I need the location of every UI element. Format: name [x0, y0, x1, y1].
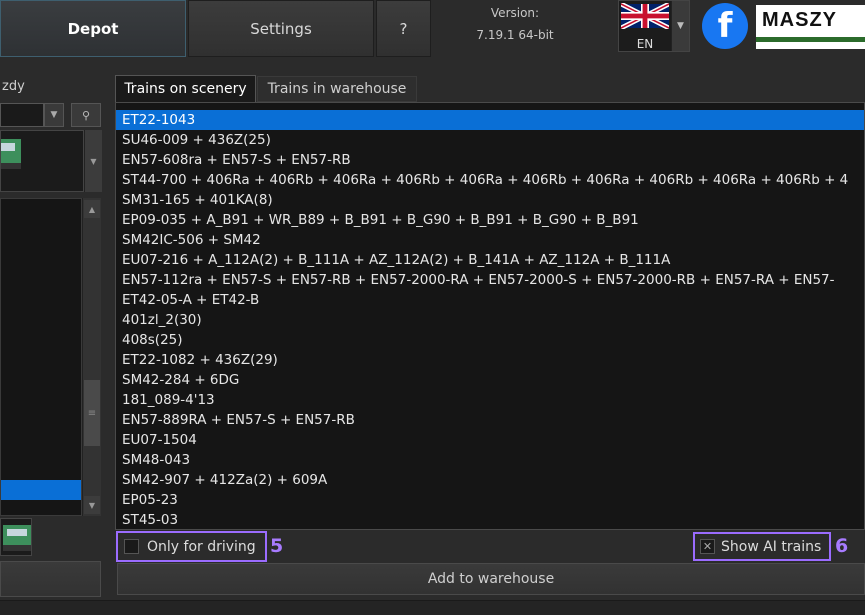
bottom-bar — [0, 600, 865, 615]
maszyna-logo[interactable]: MASZY — [756, 5, 865, 49]
locomotive-thumbnail-icon — [3, 525, 31, 551]
train-row[interactable]: EP09-035 + A_B91 + WR_B89 + B_B91 + B_G9… — [116, 210, 864, 230]
train-row[interactable]: EP05-23 — [116, 490, 864, 510]
train-row[interactable]: SM42IC-506 + SM42 — [116, 230, 864, 250]
train-row-selected[interactable]: ET22-1043 — [116, 110, 864, 130]
version-label: Version: — [490, 6, 540, 20]
train-row[interactable]: SM42-284 + 6DG — [116, 370, 864, 390]
logo-stripe — [756, 37, 865, 42]
train-row[interactable]: ST44-700 + 406Ra + 406Rb + 406Ra + 406Rb… — [116, 170, 864, 190]
chevron-down-icon[interactable]: ▼ — [84, 496, 100, 514]
pin-icon[interactable]: ⚲ — [71, 103, 101, 127]
train-row[interactable]: 408s(25) — [116, 330, 864, 350]
checkbox-box[interactable] — [124, 539, 139, 554]
check-x-icon: ✕ — [702, 540, 713, 553]
train-row[interactable]: EN57-112ra + EN57-S + EN57-RB + EN57-200… — [116, 270, 864, 290]
tab-trains-on-scenery[interactable]: Trains on scenery — [115, 75, 256, 102]
annotation-marker-6: 6 — [835, 535, 849, 557]
train-row[interactable]: 181_089-4'13 — [116, 390, 864, 410]
show-ai-trains-checkbox[interactable]: ✕ Show AI trains — [693, 532, 831, 561]
chevron-down-icon[interactable]: ▼ — [671, 1, 689, 51]
only-for-driving-label: Only for driving — [147, 538, 256, 555]
language-select[interactable]: EN ▼ — [618, 0, 690, 52]
help-button[interactable]: ? — [376, 0, 431, 57]
train-row[interactable]: ET22-1082 + 436Z(29) — [116, 350, 864, 370]
train-row[interactable]: EU07-1504 — [116, 430, 864, 450]
train-row[interactable]: EN57-608ra + EN57-S + EN57-RB — [116, 150, 864, 170]
chevron-up-icon[interactable]: ▲ — [84, 200, 100, 218]
annotation-marker-5: 5 — [270, 535, 284, 557]
logo-text: MASZY — [762, 9, 837, 31]
chevron-down-icon[interactable]: ▼ — [44, 103, 64, 127]
depot-button[interactable]: Depot — [0, 0, 186, 57]
left-panel-label: zdy — [2, 79, 25, 94]
preview-scrollbar[interactable]: ▼ — [84, 130, 102, 192]
facebook-icon[interactable]: f — [702, 3, 748, 49]
train-row[interactable]: EU07-216 + A_112A(2) + B_111A + AZ_112A(… — [116, 250, 864, 270]
train-row[interactable]: SM31-165 + 401KA(8) — [116, 190, 864, 210]
train-row[interactable]: 401zl_2(30) — [116, 310, 864, 330]
checkbox-box-checked[interactable]: ✕ — [700, 539, 715, 554]
train-row[interactable]: EN57-889RA + EN57-S + EN57-RB — [116, 410, 864, 430]
left-action-button[interactable] — [0, 561, 101, 597]
left-combo[interactable] — [0, 103, 44, 127]
train-row[interactable]: SM48-043 — [116, 450, 864, 470]
vehicle-preview[interactable] — [0, 130, 84, 192]
selected-vehicle-preview — [0, 518, 32, 556]
version-value: 7.19.1 64-bit — [476, 28, 554, 42]
train-row[interactable]: SM42-907 + 412Za(2) + 609A — [116, 470, 864, 490]
vehicle-list-scrollbar[interactable]: ▲ ≡ ▼ — [82, 198, 101, 516]
show-ai-trains-label: Show AI trains — [721, 538, 822, 555]
locomotive-thumbnail-icon — [1, 139, 21, 169]
language-code: EN — [636, 37, 654, 51]
add-to-warehouse-button[interactable]: Add to warehouse — [117, 563, 865, 595]
vehicle-list-selected-row[interactable] — [1, 480, 81, 500]
version-info: Version: 7.19.1 64-bit — [440, 2, 590, 46]
only-for-driving-checkbox[interactable]: Only for driving — [116, 531, 267, 562]
tab-trains-in-warehouse[interactable]: Trains in warehouse — [257, 76, 417, 102]
facebook-glyph: f — [717, 6, 733, 46]
uk-flag-icon — [621, 3, 669, 29]
settings-button[interactable]: Settings — [188, 0, 374, 57]
train-row[interactable]: SU46-009 + 436Z(25) — [116, 130, 864, 150]
scrollbar-thumb[interactable]: ≡ — [84, 380, 100, 446]
vehicle-list[interactable] — [0, 198, 82, 516]
train-row[interactable]: ET42-05-A + ET42-B — [116, 290, 864, 310]
train-row[interactable]: ST45-03 — [116, 510, 864, 529]
chevron-down-icon[interactable]: ▼ — [85, 130, 102, 192]
trains-list[interactable]: ET22-1043 SU46-009 + 436Z(25) EN57-608ra +… — [115, 102, 865, 530]
